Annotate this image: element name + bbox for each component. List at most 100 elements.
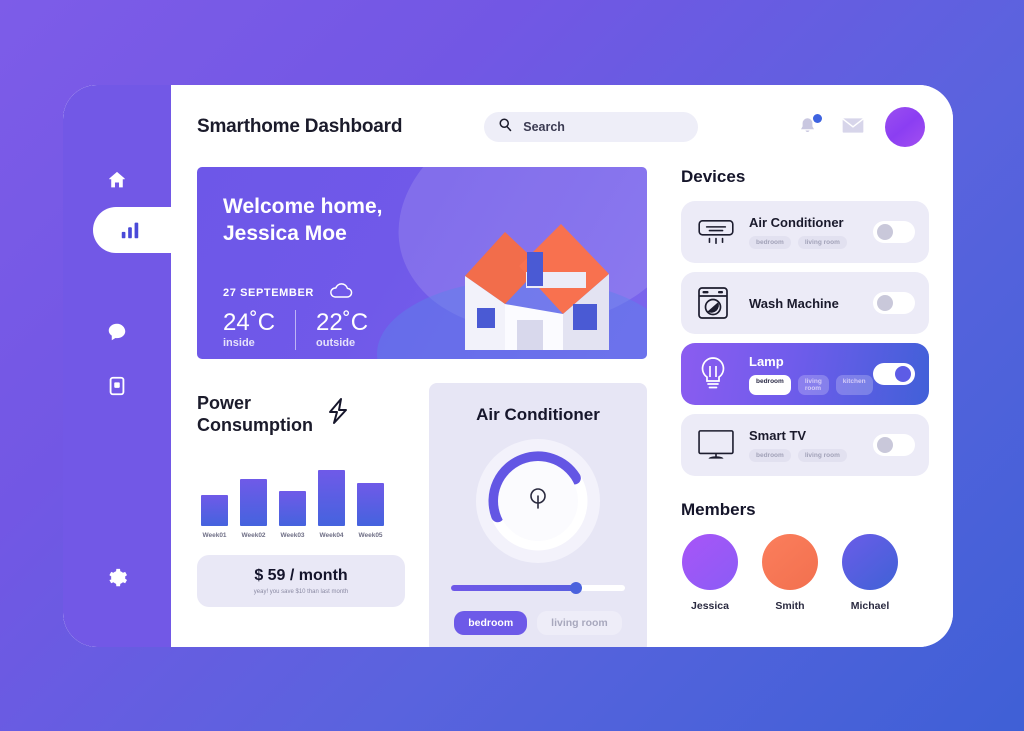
air-conditioner-icon (697, 218, 739, 246)
device-info: Wash Machine (739, 296, 873, 311)
ac-room-tab[interactable]: bedroom (454, 611, 528, 635)
outside-temp-value: 22˚C (316, 308, 369, 336)
chart-bar-group: Week02 (240, 478, 267, 539)
tablet-icon (106, 375, 128, 397)
slider-fill (451, 585, 577, 591)
power-title-line-2: Consumption (197, 414, 313, 435)
welcome-card: Welcome home, Jessica Moe 27 SEPTEMBER 2… (197, 167, 647, 359)
toggle-knob (876, 437, 893, 453)
sidebar-item-devices[interactable] (63, 363, 171, 409)
device-room-tag[interactable]: living room (797, 236, 847, 249)
ac-room-tab[interactable]: living room (537, 611, 622, 635)
cloud-icon (328, 282, 354, 304)
members-section-title: Members (681, 500, 756, 519)
lower-panels: Power Consumption Week01 Week02 Week03 Week… (197, 383, 647, 647)
notification-badge (812, 114, 822, 123)
search-placeholder: Search (523, 120, 565, 134)
member-item[interactable]: Jessica (681, 534, 739, 612)
divider (295, 309, 297, 350)
toggle-knob (876, 295, 893, 311)
sidebar-item-messages[interactable] (63, 309, 171, 355)
member-item[interactable]: Michael (841, 534, 899, 612)
inside-temperature: 24˚C inside (223, 309, 275, 349)
sidebar-item-settings[interactable] (63, 555, 171, 601)
monthly-cost-card: $ 59 / month yeay! you save $10 than las… (197, 554, 405, 607)
devices-list: Air Conditioner bedroom living room Wash Ma… (681, 201, 929, 476)
envelope-icon[interactable] (840, 116, 865, 138)
chat-bubble-icon (106, 321, 128, 343)
sidebar-item-home[interactable] (63, 157, 171, 203)
device-toggle[interactable] (872, 221, 915, 243)
device-name: Smart TV (749, 428, 807, 443)
header-actions (797, 107, 929, 147)
members-list: Jessica Smith Michael (681, 534, 929, 612)
chart-bar-group: Week04 (318, 469, 345, 539)
sidebar (63, 85, 201, 647)
device-toggle[interactable] (872, 434, 915, 456)
device-info: Air Conditioner bedroom living room (739, 215, 873, 249)
air-conditioner-title: Air Conditioner (476, 405, 600, 424)
chart-bar-label: Week05 (358, 531, 383, 539)
devices-section-title: Devices (681, 167, 746, 186)
bar-chart-icon (119, 219, 141, 241)
dial-center (498, 461, 578, 541)
weather-block: 27 SEPTEMBER 24˚C inside 22˚C outside (223, 282, 647, 350)
chart-bar-label: Week03 (280, 531, 305, 539)
temperature-dial[interactable] (476, 439, 600, 563)
chart-bar (357, 482, 384, 526)
device-room-tag[interactable]: bedroom (749, 449, 791, 462)
welcome-greeting: Welcome home, Jessica Moe (223, 193, 443, 248)
chart-bar-label: Week04 (319, 531, 344, 539)
device-tags: bedroom living room (749, 236, 873, 249)
member-item[interactable]: Smith (761, 534, 819, 612)
device-room-tag[interactable]: living room (797, 449, 847, 462)
device-room-tag[interactable]: bedroom (749, 374, 791, 395)
search-input[interactable]: Search (484, 112, 699, 142)
device-tags: bedroom living room (749, 449, 873, 462)
device-row[interactable]: Air Conditioner bedroom living room (681, 201, 929, 263)
device-name: Lamp (749, 353, 784, 369)
left-column: Welcome home, Jessica Moe 27 SEPTEMBER 2… (197, 167, 647, 647)
television-icon (697, 429, 739, 461)
temperature-readings: 24˚C inside 22˚C outside (223, 308, 647, 350)
device-room-tag[interactable]: bedroom (749, 236, 791, 249)
member-avatar (842, 534, 898, 590)
toggle-knob (876, 224, 893, 240)
device-toggle[interactable] (872, 292, 915, 314)
device-row[interactable]: Lamp bedroom living room kitchen (681, 343, 929, 405)
lightbulb-icon (697, 356, 739, 392)
power-header: Power Consumption (197, 393, 405, 437)
chart-bar (279, 490, 306, 526)
header-bar: Smarthome Dashboard Search (197, 85, 929, 163)
cost-value: $ 59 / month (254, 566, 348, 584)
bell-icon[interactable] (797, 114, 822, 138)
slider-knob[interactable] (570, 582, 583, 594)
thermostat-knob-icon (527, 487, 549, 516)
page-title: Smarthome Dashboard (197, 116, 403, 137)
chart-bar (318, 469, 345, 526)
device-toggle[interactable] (872, 363, 915, 385)
device-info: Lamp bedroom living room kitchen (739, 354, 873, 395)
device-name: Wash Machine (749, 295, 839, 311)
chart-bar-group: Week01 (201, 494, 228, 539)
device-row[interactable]: Smart TV bedroom living room (681, 414, 929, 476)
power-consumption-panel: Power Consumption Week01 Week02 Week03 Week… (197, 383, 405, 647)
greeting-line-1: Welcome home, (223, 195, 383, 218)
device-row[interactable]: Wash Machine (681, 272, 929, 334)
member-name: Jessica (691, 600, 729, 612)
device-room-tag[interactable]: living room (797, 374, 829, 395)
device-name: Air Conditioner (749, 215, 844, 230)
outside-temperature: 22˚C outside (316, 308, 369, 349)
outside-temp-label: outside (316, 336, 356, 349)
member-name: Michael (850, 600, 890, 612)
device-info: Smart TV bedroom living room (739, 428, 873, 462)
weather-date: 27 SEPTEMBER (223, 286, 314, 299)
dashboard-window: Smarthome Dashboard Search Welcome home,… (63, 85, 953, 647)
gear-icon (106, 567, 128, 589)
device-room-tag[interactable]: kitchen (835, 374, 873, 395)
inside-temp-label: inside (223, 336, 255, 349)
avatar[interactable] (884, 107, 925, 147)
temperature-slider[interactable] (451, 582, 625, 594)
air-conditioner-panel: Air Conditioner bedroom living room (429, 383, 647, 647)
dashboard-body: Welcome home, Jessica Moe 27 SEPTEMBER 2… (197, 163, 929, 647)
